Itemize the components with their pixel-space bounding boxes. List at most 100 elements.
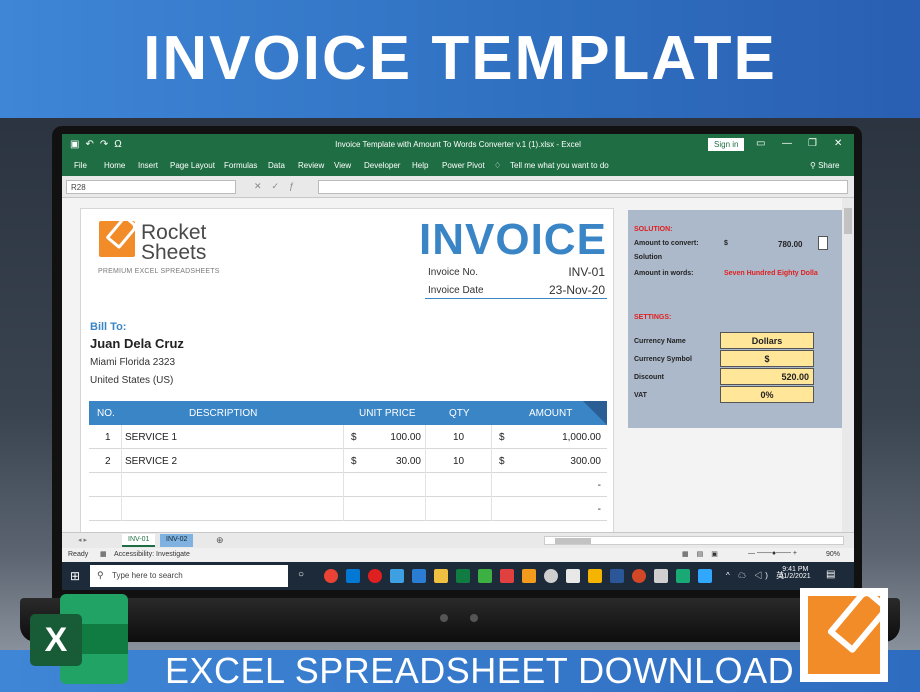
- sheet-tab-inv-02[interactable]: INV-02: [160, 534, 194, 547]
- formula-input[interactable]: [318, 180, 848, 194]
- drive-icon[interactable]: [588, 569, 602, 583]
- mini-cell[interactable]: [818, 236, 828, 250]
- header-no: NO.: [97, 408, 115, 419]
- invoice-page: Rocket Sheets PREMIUM EXCEL SPREADSHEETS…: [80, 208, 614, 532]
- header-qty: QTY: [449, 408, 470, 419]
- row-amount: 300.00: [570, 456, 601, 467]
- tab-scroll-arrows-icon[interactable]: ◂ ▸: [78, 536, 87, 544]
- task-view-icon[interactable]: ○: [298, 569, 304, 580]
- words-label: Amount in words:: [634, 270, 694, 277]
- amount-value[interactable]: 780.00: [778, 240, 802, 249]
- outlook-icon[interactable]: [346, 569, 360, 583]
- chrome-icon[interactable]: [324, 569, 338, 583]
- setting-label: Currency Name: [634, 338, 686, 345]
- sheet-tab-inv-01[interactable]: INV-01: [122, 534, 156, 547]
- h-scroll-thumb[interactable]: [555, 538, 591, 544]
- laptop-base: [20, 598, 900, 642]
- app-s-red-icon[interactable]: [500, 569, 514, 583]
- close-icon[interactable]: ✕: [834, 138, 842, 149]
- accessibility-status[interactable]: Accessibility: Investigate: [114, 551, 190, 558]
- name-box[interactable]: R28: [66, 180, 236, 194]
- table-row[interactable]: 2 SERVICE 2 $ 30.00 10 $ 300.00: [89, 449, 607, 473]
- excel-taskbar-icon[interactable]: [456, 569, 470, 583]
- macro-icon[interactable]: ▦: [100, 550, 107, 558]
- tab-file[interactable]: File: [74, 161, 87, 170]
- word-icon[interactable]: [610, 569, 624, 583]
- header-unit-price: UNIT PRICE: [359, 408, 416, 419]
- illustrator-icon[interactable]: [522, 569, 536, 583]
- tab-insert[interactable]: Insert: [138, 161, 158, 170]
- brand-line1: Rocket: [141, 221, 207, 244]
- taskbar-search[interactable]: ⚲ Type here to search: [90, 565, 288, 587]
- invoice-number-value[interactable]: INV-01: [531, 265, 605, 279]
- sheet-tabs-bar: ◂ ▸ INV-01 INV-02 ⊕: [62, 532, 854, 548]
- tab-home[interactable]: Home: [104, 161, 125, 170]
- table-row[interactable]: 1 SERVICE 1 $ 100.00 10 $ 1,000.00: [89, 425, 607, 449]
- app-s-icon[interactable]: [412, 569, 426, 583]
- meta-divider: [425, 298, 607, 299]
- row-currency: $: [351, 432, 357, 443]
- row-no: 2: [105, 456, 111, 467]
- powerpoint-icon[interactable]: [632, 569, 646, 583]
- system-tray-icons[interactable]: ^ ☁ ◁) 英: [726, 570, 787, 581]
- col-divider: [491, 497, 492, 521]
- worksheet[interactable]: Rocket Sheets PREMIUM EXCEL SPREADSHEETS…: [62, 198, 842, 532]
- formula-buttons[interactable]: ✕✓ƒ: [254, 181, 304, 192]
- app-icon[interactable]: [544, 569, 558, 583]
- file-explorer-icon[interactable]: [434, 569, 448, 583]
- view-mode-icons[interactable]: ▦▤▣: [682, 550, 726, 558]
- app-icon[interactable]: [566, 569, 580, 583]
- clock[interactable]: 9:41 PM 11/2/2021: [780, 566, 811, 580]
- tell-me-search[interactable]: Tell me what you want to do: [510, 161, 609, 170]
- photoshop-icon[interactable]: [698, 569, 712, 583]
- app-icon[interactable]: [654, 569, 668, 583]
- tab-help[interactable]: Help: [412, 161, 428, 170]
- tab-review[interactable]: Review: [298, 161, 324, 170]
- banner-subtitle: EXCEL SPREADSHEET DOWNLOAD: [165, 650, 795, 691]
- col-divider: [121, 449, 122, 473]
- tab-developer[interactable]: Developer: [364, 161, 400, 170]
- address-line1[interactable]: Miami Florida 2323: [90, 357, 175, 368]
- ribbon-display-icon[interactable]: ▭: [756, 138, 765, 149]
- tab-view[interactable]: View: [334, 161, 351, 170]
- invoice-date-value[interactable]: 23-Nov-20: [531, 283, 605, 297]
- table-row[interactable]: -: [89, 497, 607, 521]
- table-row[interactable]: -: [89, 473, 607, 497]
- col-divider: [491, 449, 492, 473]
- zoom-level[interactable]: 90%: [826, 551, 840, 558]
- lightbulb-icon: ♢: [494, 161, 502, 170]
- tab-power-pivot[interactable]: Power Pivot: [442, 161, 485, 170]
- header-amount: AMOUNT: [529, 408, 573, 419]
- vat-cell[interactable]: 0%: [720, 386, 814, 403]
- header-description: DESCRIPTION: [189, 408, 258, 419]
- app-icon[interactable]: [390, 569, 404, 583]
- minimize-icon[interactable]: —: [782, 138, 792, 149]
- discount-cell[interactable]: 520.00: [720, 368, 814, 385]
- app-c-icon[interactable]: [478, 569, 492, 583]
- col-divider: [343, 473, 344, 497]
- tab-page-layout[interactable]: Page Layout: [170, 161, 215, 170]
- app-icon[interactable]: [676, 569, 690, 583]
- add-sheet-icon[interactable]: ⊕: [216, 535, 224, 546]
- address-line2[interactable]: United States (US): [90, 375, 173, 386]
- restore-icon[interactable]: ❐: [808, 138, 817, 149]
- horizontal-scrollbar[interactable]: [544, 536, 844, 545]
- opera-icon[interactable]: [368, 569, 382, 583]
- sign-in-button[interactable]: Sign in: [708, 138, 745, 151]
- scroll-thumb[interactable]: [844, 208, 852, 234]
- currency-symbol-cell[interactable]: $: [720, 350, 814, 367]
- tab-data[interactable]: Data: [268, 161, 285, 170]
- brand-line2: Sheets: [141, 241, 207, 264]
- tab-formulas[interactable]: Formulas: [224, 161, 257, 170]
- invoice-date-label: Invoice Date: [428, 285, 484, 296]
- hinge-dot: [440, 614, 448, 622]
- zoom-slider[interactable]: — ───●─── +: [748, 550, 797, 557]
- vertical-scrollbar[interactable]: [842, 198, 854, 532]
- person-icon: ⚲: [810, 161, 819, 170]
- share-button[interactable]: ⚲ Share: [810, 161, 839, 170]
- notification-icon[interactable]: ▤: [826, 569, 835, 580]
- row-qty: 10: [453, 456, 465, 467]
- currency-name-cell[interactable]: Dollars: [720, 332, 814, 349]
- windows-start-icon[interactable]: ⊞: [70, 569, 80, 583]
- client-name[interactable]: Juan Dela Cruz: [90, 336, 184, 351]
